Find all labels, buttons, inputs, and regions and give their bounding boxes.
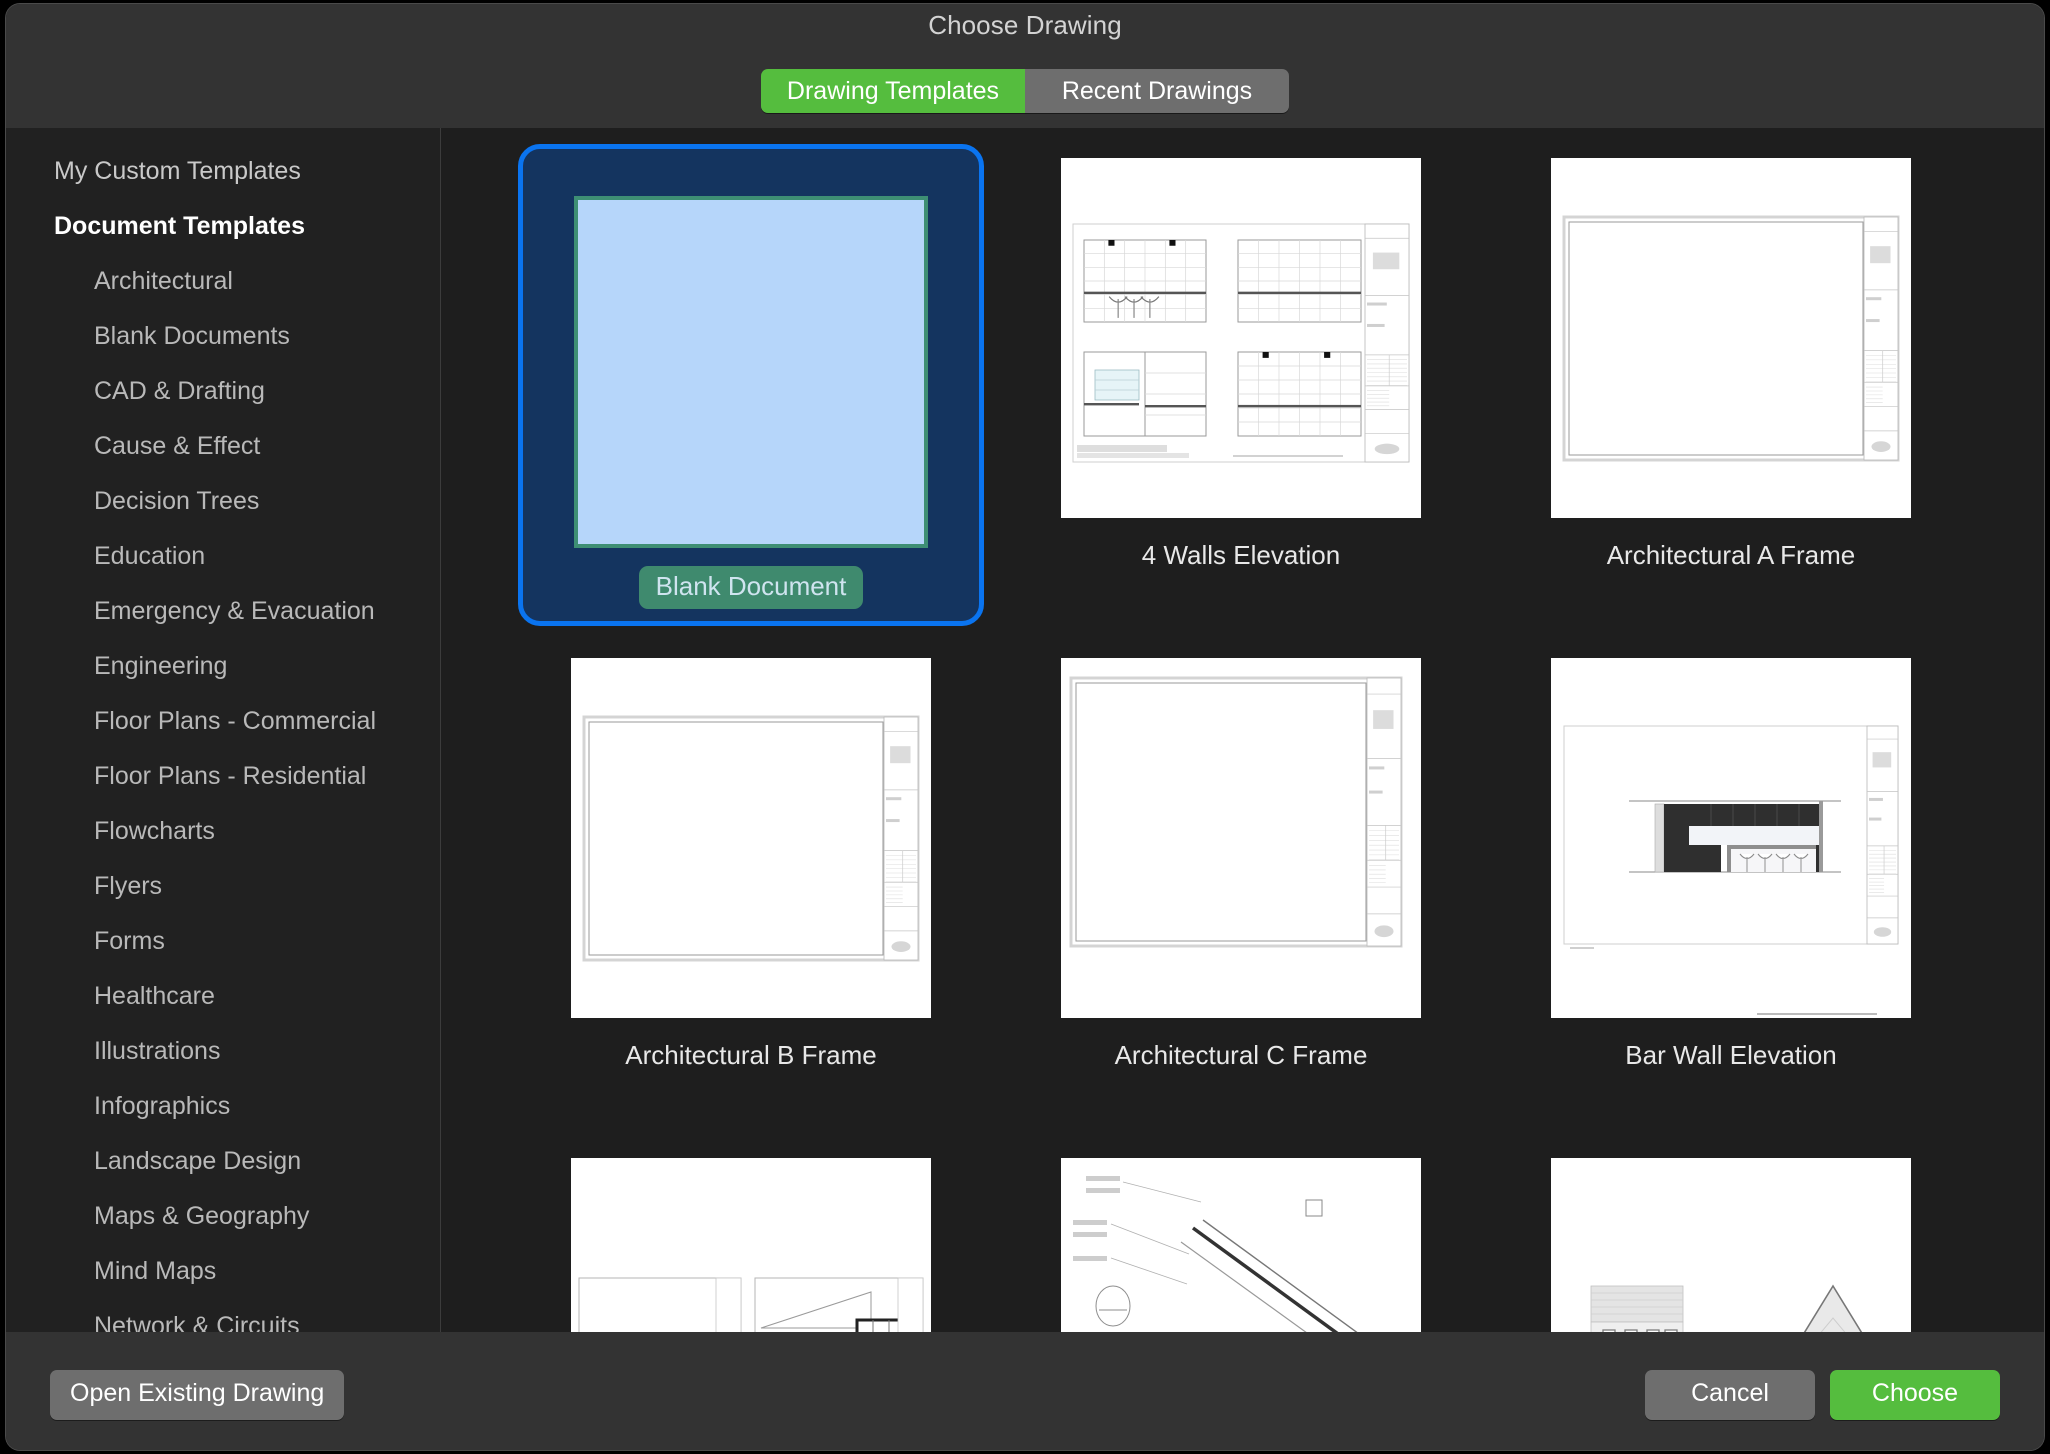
tab-recent-drawings[interactable]: Recent Drawings — [1025, 69, 1289, 113]
category-sidebar[interactable]: My Custom Templates Document Templates Arc… — [6, 128, 441, 1332]
choose-button[interactable]: Choose — [1830, 1370, 2000, 1420]
thumbnail-artwork-frame-tall — [1061, 658, 1421, 1018]
sidebar-item-flyers[interactable]: Flyers — [6, 859, 440, 914]
thumbnail-artwork-elevations-pair — [571, 1158, 931, 1332]
blank-page-preview — [574, 196, 928, 548]
cancel-button[interactable]: Cancel — [1645, 1370, 1815, 1420]
sidebar-item-landscape-design[interactable]: Landscape Design — [6, 1134, 440, 1189]
sidebar-item-maps-geography[interactable]: Maps & Geography — [6, 1189, 440, 1244]
template-thumbnail[interactable] — [571, 1158, 931, 1332]
dialog-body: My Custom Templates Document Templates Arc… — [6, 128, 2044, 1332]
template-thumbnail[interactable] — [1061, 1158, 1421, 1332]
sidebar-item-forms[interactable]: Forms — [6, 914, 440, 969]
template-card-label: Bar Wall Elevation — [1625, 1040, 1837, 1070]
sidebar-item-emergency-evacuation[interactable]: Emergency & Evacuation — [6, 584, 440, 639]
thumbnail-artwork-roof-detail — [1061, 1158, 1421, 1332]
template-card-label: Blank Document — [638, 566, 864, 609]
template-thumbnail[interactable] — [1061, 158, 1421, 518]
sidebar-item-my-custom-templates[interactable]: My Custom Templates — [6, 144, 440, 199]
template-card-architectural-c-frame[interactable]: Architectural C Frame — [996, 646, 1486, 1146]
template-thumbnail[interactable] — [1551, 158, 1911, 518]
template-thumbnail[interactable] — [1061, 658, 1421, 1018]
thumbnail-artwork-frame — [571, 658, 931, 1018]
template-card-blank-document[interactable]: Blank Document — [506, 144, 996, 646]
template-card-label: Architectural B Frame — [625, 1040, 877, 1070]
sidebar-item-floor-plans-commercial[interactable]: Floor Plans - Commercial — [6, 694, 440, 749]
choose-drawing-dialog: Choose Drawing Drawing Templates Recent … — [6, 4, 2044, 1450]
sidebar-item-document-templates[interactable]: Document Templates — [6, 199, 440, 254]
template-card-architectural-a-frame[interactable]: Architectural A Frame — [1486, 146, 1976, 646]
open-existing-drawing-button[interactable]: Open Existing Drawing — [50, 1370, 345, 1420]
template-card-house-elevations[interactable] — [1486, 1146, 1976, 1332]
sidebar-item-healthcare[interactable]: Healthcare — [6, 969, 440, 1024]
sidebar-item-cause-effect[interactable]: Cause & Effect — [6, 419, 440, 474]
template-thumbnail[interactable] — [574, 196, 928, 548]
template-card-4-walls-elevation[interactable]: 4 Walls Elevation — [996, 146, 1486, 646]
template-grid: Blank Document 4 Walls Elevation Architect… — [441, 128, 2044, 1332]
sidebar-item-illustrations[interactable]: Illustrations — [6, 1024, 440, 1079]
thumbnail-artwork-frame — [1551, 158, 1911, 518]
view-mode-segmented-control[interactable]: Drawing Templates Recent Drawings — [761, 69, 1289, 113]
sidebar-item-architectural[interactable]: Architectural — [6, 254, 440, 309]
template-thumbnail[interactable] — [1551, 1158, 1911, 1332]
sidebar-item-engineering[interactable]: Engineering — [6, 639, 440, 694]
sidebar-item-flowcharts[interactable]: Flowcharts — [6, 804, 440, 859]
template-card-architectural-b-frame[interactable]: Architectural B Frame — [506, 646, 996, 1146]
thumbnail-artwork-four-walls — [1061, 158, 1421, 518]
template-card-elevations-pair[interactable] — [506, 1146, 996, 1332]
template-card-bar-wall-elevation[interactable]: Bar Wall Elevation — [1486, 646, 1976, 1146]
sidebar-item-blank-documents[interactable]: Blank Documents — [6, 309, 440, 364]
template-thumbnail[interactable] — [571, 658, 931, 1018]
thumbnail-artwork-bar-wall — [1551, 658, 1911, 1018]
template-card-roof-detail[interactable] — [996, 1146, 1486, 1332]
template-card-label: Architectural C Frame — [1114, 1040, 1368, 1070]
sidebar-item-infographics[interactable]: Infographics — [6, 1079, 440, 1134]
thumbnail-artwork-house-elevations — [1551, 1158, 1911, 1332]
tab-drawing-templates[interactable]: Drawing Templates — [761, 69, 1025, 113]
template-thumbnail[interactable] — [1551, 658, 1911, 1018]
template-grid-scroll-area[interactable]: Blank Document 4 Walls Elevation Architect… — [441, 128, 2044, 1332]
sidebar-item-network-circuits[interactable]: Network & Circuits — [6, 1299, 440, 1332]
dialog-title: Choose Drawing — [928, 10, 1122, 40]
dialog-footer: Open Existing Drawing Cancel Choose — [6, 1332, 2044, 1450]
template-card-label: Architectural A Frame — [1606, 540, 1856, 570]
sidebar-item-education[interactable]: Education — [6, 529, 440, 584]
sidebar-item-mind-maps[interactable]: Mind Maps — [6, 1244, 440, 1299]
sidebar-item-floor-plans-residential[interactable]: Floor Plans - Residential — [6, 749, 440, 804]
sidebar-item-cad-drafting[interactable]: CAD & Drafting — [6, 364, 440, 419]
sidebar-item-decision-trees[interactable]: Decision Trees — [6, 474, 440, 529]
dialog-titlebar: Choose Drawing Drawing Templates Recent … — [6, 4, 2044, 128]
template-card-label: 4 Walls Elevation — [1141, 540, 1341, 570]
